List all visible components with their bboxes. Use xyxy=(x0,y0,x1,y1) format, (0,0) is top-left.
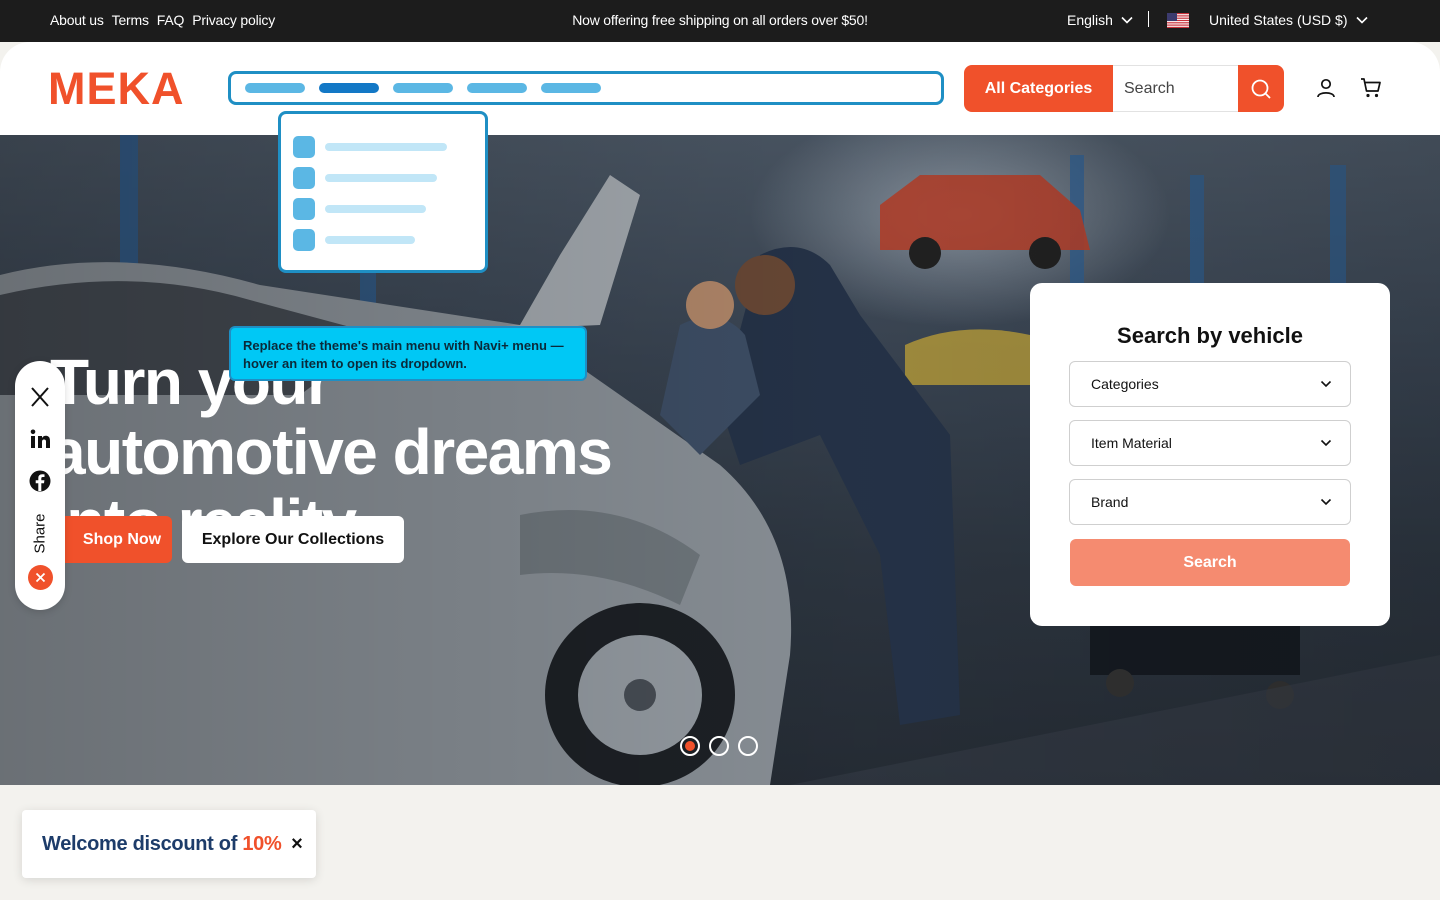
dropdown-item[interactable] xyxy=(293,198,485,220)
explore-collections-button[interactable]: Explore Our Collections xyxy=(182,516,404,563)
chevron-down-icon xyxy=(1121,16,1133,24)
navi-menu-placeholder xyxy=(228,71,944,105)
vehicle-search-card: Search by vehicle Categories Item Materi… xyxy=(1030,283,1390,626)
chevron-down-icon xyxy=(1320,498,1332,506)
dropdown-item[interactable] xyxy=(293,167,485,189)
dropdown-item[interactable] xyxy=(293,229,485,251)
topbar-links: About us Terms FAQ Privacy policy xyxy=(50,12,275,28)
link-privacy-policy[interactable]: Privacy policy xyxy=(192,12,275,28)
share-rail: Share xyxy=(15,361,65,610)
navi-menu-item[interactable] xyxy=(393,83,453,93)
navi-tooltip: Replace the theme's main menu with Navi+… xyxy=(229,326,587,381)
discount-percent: 10% xyxy=(242,833,282,855)
navi-menu-item-active[interactable] xyxy=(319,83,379,93)
chevron-down-icon xyxy=(1320,380,1332,388)
language-selector[interactable]: English xyxy=(1067,12,1133,28)
language-label: English xyxy=(1067,12,1113,28)
welcome-text: Welcome discount of 10% xyxy=(42,833,282,855)
categories-select[interactable]: Categories xyxy=(1069,361,1351,407)
item-icon xyxy=(293,167,315,189)
link-faq[interactable]: FAQ xyxy=(157,12,185,28)
us-flag-icon xyxy=(1167,13,1189,28)
navi-menu-item[interactable] xyxy=(467,83,527,93)
header-search: All Categories xyxy=(964,65,1284,112)
navi-dropdown-placeholder xyxy=(278,111,488,273)
link-terms[interactable]: Terms xyxy=(112,12,149,28)
cart-icon[interactable] xyxy=(1359,76,1383,100)
item-icon xyxy=(293,136,315,158)
facebook-icon[interactable] xyxy=(28,469,52,493)
currency-selector[interactable]: United States (USD $) xyxy=(1209,12,1368,28)
item-icon xyxy=(293,229,315,251)
share-label-wrap: Share xyxy=(25,511,55,555)
currency-label: United States (USD $) xyxy=(1209,12,1348,28)
vehicle-search-button[interactable]: Search xyxy=(1070,539,1350,586)
select-label: Brand xyxy=(1091,494,1129,510)
slide-dot-3[interactable] xyxy=(738,736,758,756)
all-categories-button[interactable]: All Categories xyxy=(964,65,1113,112)
close-popup-button[interactable]: × xyxy=(287,834,307,854)
slider-dots xyxy=(680,736,758,756)
link-about-us[interactable]: About us xyxy=(50,12,104,28)
search-input[interactable] xyxy=(1113,65,1239,112)
slide-dot-2[interactable] xyxy=(709,736,729,756)
logo[interactable]: MEKA xyxy=(48,64,185,114)
close-share-button[interactable] xyxy=(28,565,53,590)
x-icon[interactable] xyxy=(28,385,52,409)
shop-now-button[interactable]: Shop Now xyxy=(50,516,172,563)
select-label: Item Material xyxy=(1091,435,1172,451)
close-icon xyxy=(35,572,46,583)
linkedin-icon[interactable] xyxy=(28,427,52,451)
item-icon xyxy=(293,198,315,220)
item-material-select[interactable]: Item Material xyxy=(1069,420,1351,466)
navi-menu-item[interactable] xyxy=(541,83,601,93)
welcome-discount-popup[interactable]: Welcome discount of 10% × xyxy=(22,810,316,878)
site-header: MEKA All Categories xyxy=(0,42,1440,135)
chevron-down-icon xyxy=(1355,16,1368,24)
brand-select[interactable]: Brand xyxy=(1069,479,1351,525)
divider xyxy=(1148,11,1149,27)
user-icon[interactable] xyxy=(1314,76,1338,100)
dropdown-item[interactable] xyxy=(293,136,485,158)
navi-menu-item[interactable] xyxy=(245,83,305,93)
vehicle-search-title: Search by vehicle xyxy=(1117,323,1303,348)
announcement-bar: About us Terms FAQ Privacy policy Now of… xyxy=(0,0,1440,42)
chevron-down-icon xyxy=(1320,439,1332,447)
share-label: Share xyxy=(31,512,49,554)
select-label: Categories xyxy=(1091,376,1159,392)
slide-dot-1[interactable] xyxy=(680,736,700,756)
search-icon xyxy=(1251,79,1271,99)
search-button[interactable] xyxy=(1238,65,1284,112)
